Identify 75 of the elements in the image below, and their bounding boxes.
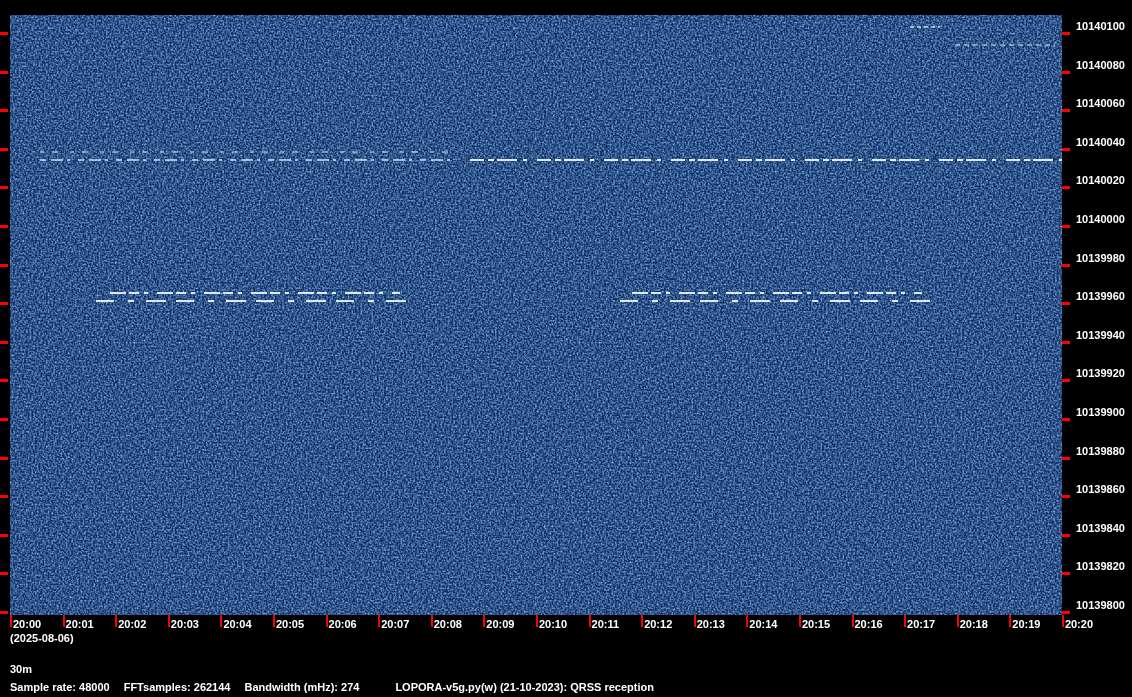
- frequency-label: 10139980: [1076, 251, 1125, 265]
- time-label: 20:13: [693, 615, 747, 627]
- axis-tick: [0, 224, 8, 228]
- time-label: 20:14: [746, 615, 799, 627]
- axis-tick: [0, 572, 8, 576]
- axis-tick: [1062, 495, 1070, 499]
- frequency-label: 10139960: [1076, 290, 1125, 304]
- frequency-label: 10139900: [1076, 405, 1125, 419]
- time-label: 20:06: [325, 615, 379, 627]
- time-label: 20:01: [62, 615, 116, 627]
- time-label: 20:09: [483, 615, 536, 627]
- time-label: 20:15: [798, 615, 852, 627]
- frequency-label: 10139940: [1076, 328, 1125, 342]
- time-label: 20:04: [220, 615, 273, 627]
- frequency-label: 10139920: [1076, 367, 1125, 381]
- axis-tick: [1062, 32, 1070, 35]
- axis-tick: [0, 417, 8, 421]
- time-label: 20:05: [272, 615, 326, 627]
- frequency-label: 10140060: [1076, 97, 1125, 111]
- axis-tick: [1062, 147, 1070, 151]
- axis-tick: [0, 70, 8, 74]
- time-label: 20:00: [10, 615, 63, 627]
- frequency-label: 10140020: [1076, 174, 1125, 188]
- band-label: 30m: [10, 663, 33, 676]
- axis-tick: [1062, 340, 1070, 344]
- axis-tick: [1062, 379, 1070, 383]
- frequency-label: 10139860: [1076, 483, 1125, 497]
- axis-tick: [0, 610, 8, 614]
- axis-tick: [1062, 302, 1070, 306]
- axis-tick: [0, 495, 8, 499]
- axis-tick: [0, 186, 8, 190]
- frequency-label: 10140040: [1076, 135, 1125, 149]
- axis-tick: [1062, 533, 1070, 537]
- axis-tick: [0, 263, 8, 267]
- axis-tick: [1062, 610, 1070, 614]
- frequency-label: 10140080: [1076, 58, 1125, 72]
- axis-tick: [0, 456, 8, 460]
- axis-tick: [0, 32, 8, 35]
- axis-tick: [0, 533, 8, 537]
- frequency-label: 10139820: [1076, 560, 1125, 574]
- axis-tick: [0, 379, 8, 383]
- axis-tick: [0, 302, 8, 306]
- status-text: LOPORA-v5g.py(w) (21-10-2023): QRSS reception: [395, 681, 654, 694]
- frequency-label: 10139880: [1076, 444, 1125, 458]
- time-label: 20:12: [641, 615, 694, 627]
- time-label: 20:18: [956, 615, 1010, 627]
- axis-tick: [1062, 224, 1070, 228]
- axis-tick: [1062, 456, 1070, 460]
- date-label: (2025-08-06): [10, 632, 74, 645]
- axis-tick: [0, 147, 8, 151]
- axis-tick: [1062, 263, 1070, 267]
- frequency-label: 10140100: [1076, 20, 1125, 33]
- time-label: 20:19: [1009, 615, 1062, 627]
- time-label: 20:07: [378, 615, 431, 627]
- time-label: 20:08: [430, 615, 484, 627]
- axis-tick: [1062, 186, 1070, 190]
- frequency-label: 10139840: [1076, 521, 1125, 535]
- time-label: 20:02: [115, 615, 168, 627]
- time-label: 20:03: [167, 615, 221, 627]
- axis-tick: [1062, 109, 1070, 113]
- status-text: Sample rate: 48000: [10, 681, 110, 694]
- status-text: FFTsamples: 262144: [123, 681, 231, 694]
- axis-tick: [0, 340, 8, 344]
- time-label: 20:17: [904, 615, 957, 627]
- status-text: Bandwidth (mHz): 274: [244, 681, 360, 694]
- axis-tick: [0, 109, 8, 113]
- axis-tick: [1062, 417, 1070, 421]
- axis-tick: [1062, 70, 1070, 74]
- frequency-label: 10140000: [1076, 212, 1125, 226]
- time-label: 20:20: [1061, 615, 1122, 627]
- time-label: 20:10: [535, 615, 589, 627]
- time-label: 20:16: [851, 615, 905, 627]
- time-label: 20:11: [588, 615, 642, 627]
- frequency-label: 10139800: [1076, 598, 1125, 612]
- axis-tick: [1062, 572, 1070, 576]
